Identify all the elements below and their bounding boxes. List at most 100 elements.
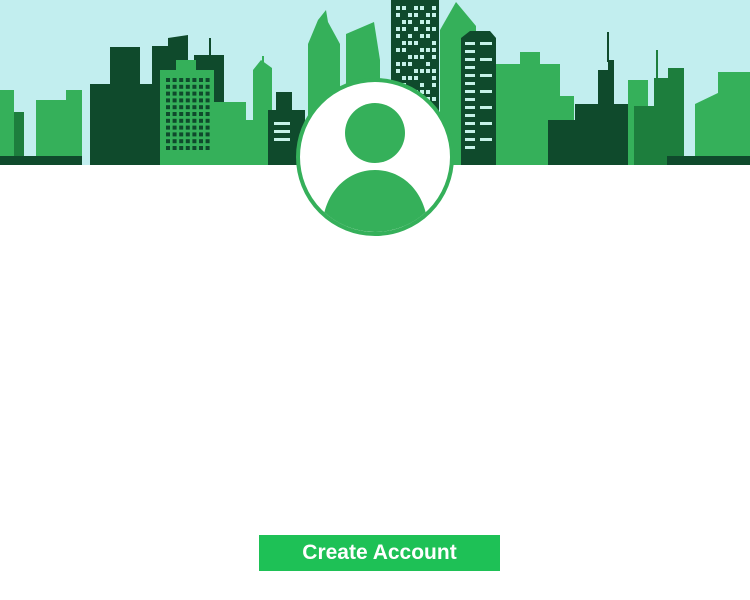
window	[199, 118, 203, 123]
building	[232, 120, 254, 165]
building	[718, 72, 750, 165]
window	[166, 84, 170, 89]
window	[192, 98, 197, 103]
window	[396, 69, 400, 73]
window	[179, 98, 184, 103]
window	[192, 146, 197, 150]
window	[205, 105, 210, 110]
profile-avatar[interactable]	[296, 78, 454, 236]
window	[426, 13, 430, 17]
window	[185, 132, 190, 137]
building	[262, 56, 264, 66]
window	[166, 132, 170, 137]
window	[172, 139, 177, 144]
window	[402, 27, 406, 31]
window	[465, 74, 475, 77]
window	[172, 125, 177, 130]
window	[426, 27, 430, 31]
window	[172, 105, 177, 110]
window	[420, 34, 424, 38]
ground-strip	[0, 156, 82, 165]
window	[192, 91, 197, 96]
window	[465, 146, 475, 149]
window	[402, 76, 406, 80]
window	[185, 78, 190, 82]
window	[205, 139, 210, 144]
window	[185, 91, 190, 96]
avatar-body	[322, 170, 428, 232]
window	[432, 41, 436, 45]
window	[179, 91, 184, 96]
window	[185, 139, 190, 144]
window	[432, 76, 436, 80]
window	[185, 98, 190, 103]
window	[185, 118, 190, 123]
window	[432, 97, 436, 101]
window	[408, 55, 412, 59]
window	[192, 118, 197, 123]
building	[66, 90, 82, 165]
window	[480, 58, 492, 61]
window	[199, 125, 203, 130]
window	[396, 6, 400, 10]
window	[179, 105, 184, 110]
window	[414, 55, 418, 59]
window	[172, 146, 177, 150]
window	[199, 139, 203, 144]
window	[426, 48, 430, 52]
window	[185, 105, 190, 110]
window	[408, 20, 412, 24]
window	[426, 62, 430, 66]
window	[199, 112, 203, 116]
window	[480, 42, 492, 45]
window	[426, 34, 430, 38]
window	[199, 98, 203, 103]
window	[402, 6, 406, 10]
window	[432, 83, 436, 87]
window	[396, 27, 400, 31]
window	[408, 41, 412, 45]
window	[408, 13, 412, 17]
window	[396, 62, 400, 66]
window	[420, 6, 424, 10]
window	[408, 76, 412, 80]
window	[166, 146, 170, 150]
window	[432, 6, 436, 10]
window	[185, 146, 190, 150]
window	[465, 50, 475, 53]
window	[205, 84, 210, 89]
window	[205, 118, 210, 123]
window	[465, 98, 475, 101]
window	[205, 98, 210, 103]
window	[205, 112, 210, 116]
window	[179, 125, 184, 130]
window	[199, 146, 203, 150]
window	[166, 118, 170, 123]
window	[172, 84, 177, 89]
window	[179, 132, 184, 137]
window	[205, 78, 210, 82]
window	[426, 69, 430, 73]
window	[179, 139, 184, 144]
user-avatar-icon	[322, 103, 428, 232]
ground-strip	[667, 156, 750, 165]
window	[414, 69, 418, 73]
window	[408, 34, 412, 38]
window	[465, 82, 475, 85]
window	[274, 130, 290, 133]
window	[179, 112, 184, 116]
create-account-button[interactable]: Create Account	[259, 535, 500, 571]
window	[414, 41, 418, 45]
window	[480, 106, 492, 109]
window	[396, 48, 400, 52]
window	[192, 84, 197, 89]
avatar-head	[345, 103, 405, 163]
window	[465, 130, 475, 133]
window	[166, 98, 170, 103]
window	[199, 132, 203, 137]
window	[465, 58, 475, 61]
window	[402, 20, 406, 24]
window	[199, 84, 203, 89]
window	[166, 125, 170, 130]
window	[432, 13, 436, 17]
